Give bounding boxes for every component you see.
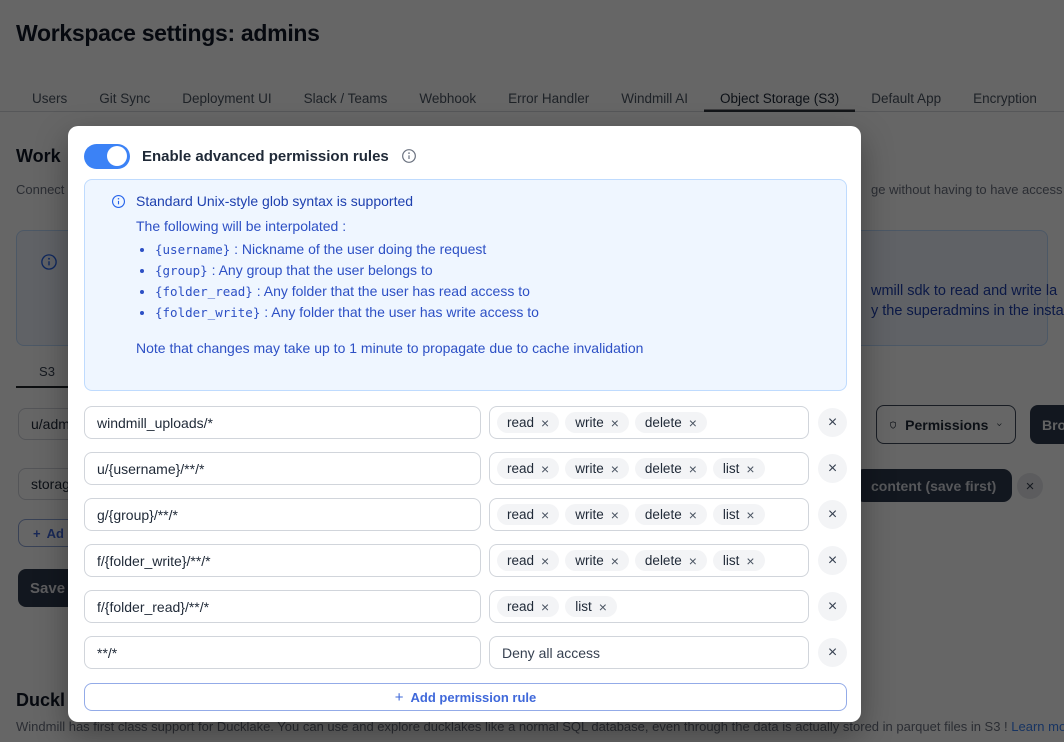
remove-tag-icon[interactable]: × (611, 554, 619, 568)
info-icon (111, 194, 126, 209)
permission-tag-label: read (507, 553, 535, 568)
remove-tag-icon[interactable]: × (689, 462, 697, 476)
permission-tag-label: write (575, 553, 604, 568)
remove-tag-icon[interactable]: × (541, 554, 549, 568)
interpolation-list: {username} : Nickname of the user doing … (136, 239, 830, 323)
info-panel-title-row: Standard Unix-style glob syntax is suppo… (111, 193, 830, 209)
remove-tag-icon[interactable]: × (541, 416, 549, 430)
delete-rule-button[interactable]: × (818, 500, 847, 529)
remove-tag-icon[interactable]: × (689, 508, 697, 522)
permission-tag-label: delete (644, 553, 682, 568)
info-panel-content: The following will be interpolated : {us… (136, 216, 830, 358)
interpolation-intro: The following will be interpolated : (136, 218, 347, 234)
rule-permissions-box[interactable]: read × write × delete × list × (489, 498, 809, 531)
permission-tag-list: list × (712, 550, 765, 571)
remove-tag-icon[interactable]: × (746, 554, 754, 568)
remove-tag-icon[interactable]: × (611, 462, 619, 476)
permission-tag-label: delete (644, 461, 682, 476)
permission-tag-list: list × (565, 596, 617, 617)
interpolation-item: {folder_write} : Any folder that the use… (155, 302, 830, 323)
remove-tag-icon[interactable]: × (689, 554, 697, 568)
glob-syntax-info-panel: Standard Unix-style glob syntax is suppo… (84, 179, 847, 391)
permission-tag-delete: delete × (634, 458, 707, 479)
remove-tag-icon[interactable]: × (611, 508, 619, 522)
advanced-permissions-toggle-row: Enable advanced permission rules (84, 142, 847, 170)
remove-tag-icon[interactable]: × (746, 462, 754, 476)
permission-tag-read: read × (497, 504, 560, 525)
delete-rule-button[interactable]: × (818, 546, 847, 575)
rule-pattern-input[interactable] (84, 452, 481, 485)
delete-rule-button[interactable]: × (818, 454, 847, 483)
permission-tag-read: read × (497, 412, 560, 433)
rules-list: read×write×delete××read×write×delete×lis… (84, 406, 847, 669)
rule-permissions-box[interactable]: read × write × delete × list × (489, 452, 809, 485)
info-icon (401, 148, 417, 164)
permission-tag-label: write (575, 507, 604, 522)
delete-rule-button[interactable]: × (818, 592, 847, 621)
rule-pattern-input[interactable] (84, 406, 481, 439)
permission-tag-label: list (722, 507, 740, 522)
permission-tag-label: read (507, 415, 535, 430)
advanced-permissions-toggle[interactable] (84, 143, 130, 169)
rule-permissions-box[interactable]: read × list × (489, 590, 809, 623)
rule-pattern-input[interactable] (84, 544, 481, 577)
interpolation-item: {group} : Any group that the user belong… (155, 260, 830, 281)
deny-all-access-label: Deny all access (502, 644, 601, 661)
info-panel-title: Standard Unix-style glob syntax is suppo… (136, 193, 414, 209)
rule-permissions-box[interactable]: read × write × delete × list × (489, 544, 809, 577)
permission-tag-delete: delete × (634, 550, 707, 571)
permission-tag-label: delete (644, 415, 682, 430)
screen: Workspace settings: admins UsersGit Sync… (0, 0, 1064, 742)
permission-tag-write: write × (565, 504, 629, 525)
permission-tag-label: read (507, 599, 535, 614)
permission-rule-row: read × write × delete × list × × (84, 452, 847, 485)
remove-tag-icon[interactable]: × (611, 416, 619, 430)
add-permission-rule-button[interactable]: + Add permission rule (84, 683, 847, 711)
permission-tag-label: read (507, 461, 535, 476)
permission-tag-list: list × (712, 458, 765, 479)
permission-tag-read: read × (497, 458, 560, 479)
toggle-label: Enable advanced permission rules (142, 147, 389, 165)
remove-tag-icon[interactable]: × (599, 600, 607, 614)
rule-pattern-input[interactable] (84, 498, 481, 531)
permission-tag-label: write (575, 461, 604, 476)
permission-rule-row: read × list × × (84, 590, 847, 623)
delete-rule-button[interactable]: × (818, 408, 847, 437)
remove-tag-icon[interactable]: × (541, 508, 549, 522)
permission-tag-label: list (575, 599, 592, 614)
delete-rule-button[interactable]: × (818, 638, 847, 667)
interpolation-item: {username} : Nickname of the user doing … (155, 239, 830, 260)
rule-permissions-box[interactable]: read × write × delete × (489, 406, 809, 439)
rule-pattern-input[interactable] (84, 590, 481, 623)
permission-tag-write: write × (565, 458, 629, 479)
permission-tag-read: read × (497, 550, 560, 571)
permission-tag-label: write (575, 415, 604, 430)
permission-rule-row: read × write × delete × list × × (84, 544, 847, 577)
permission-tag-write: write × (565, 550, 629, 571)
rule-pattern-input[interactable] (84, 636, 481, 669)
permission-rules-modal: Enable advanced permission rules Standar… (68, 126, 861, 722)
rule-permissions-box[interactable]: Deny all access (489, 636, 809, 669)
permission-rule-row: read × write × delete × × (84, 406, 847, 439)
permission-tag-label: list (722, 461, 740, 476)
remove-tag-icon[interactable]: × (689, 416, 697, 430)
remove-tag-icon[interactable]: × (541, 600, 549, 614)
permission-tag-label: list (722, 553, 740, 568)
plus-icon: + (394, 688, 404, 706)
permission-rule-row: Deny all access × (84, 636, 847, 669)
interpolation-item: {folder_read} : Any folder that the user… (155, 281, 830, 302)
permission-tag-delete: delete × (634, 412, 707, 433)
permission-tag-label: delete (644, 507, 682, 522)
permission-tag-write: write × (565, 412, 629, 433)
remove-tag-icon[interactable]: × (746, 508, 754, 522)
permission-tag-label: read (507, 507, 535, 522)
cache-note: Note that changes may take up to 1 minut… (136, 340, 644, 356)
permission-tag-read: read × (497, 596, 560, 617)
permission-rule-row: read × write × delete × list × × (84, 498, 847, 531)
toggle-knob (107, 146, 127, 166)
permission-tag-delete: delete × (634, 504, 707, 525)
remove-tag-icon[interactable]: × (541, 462, 549, 476)
permission-tag-list: list × (712, 504, 765, 525)
